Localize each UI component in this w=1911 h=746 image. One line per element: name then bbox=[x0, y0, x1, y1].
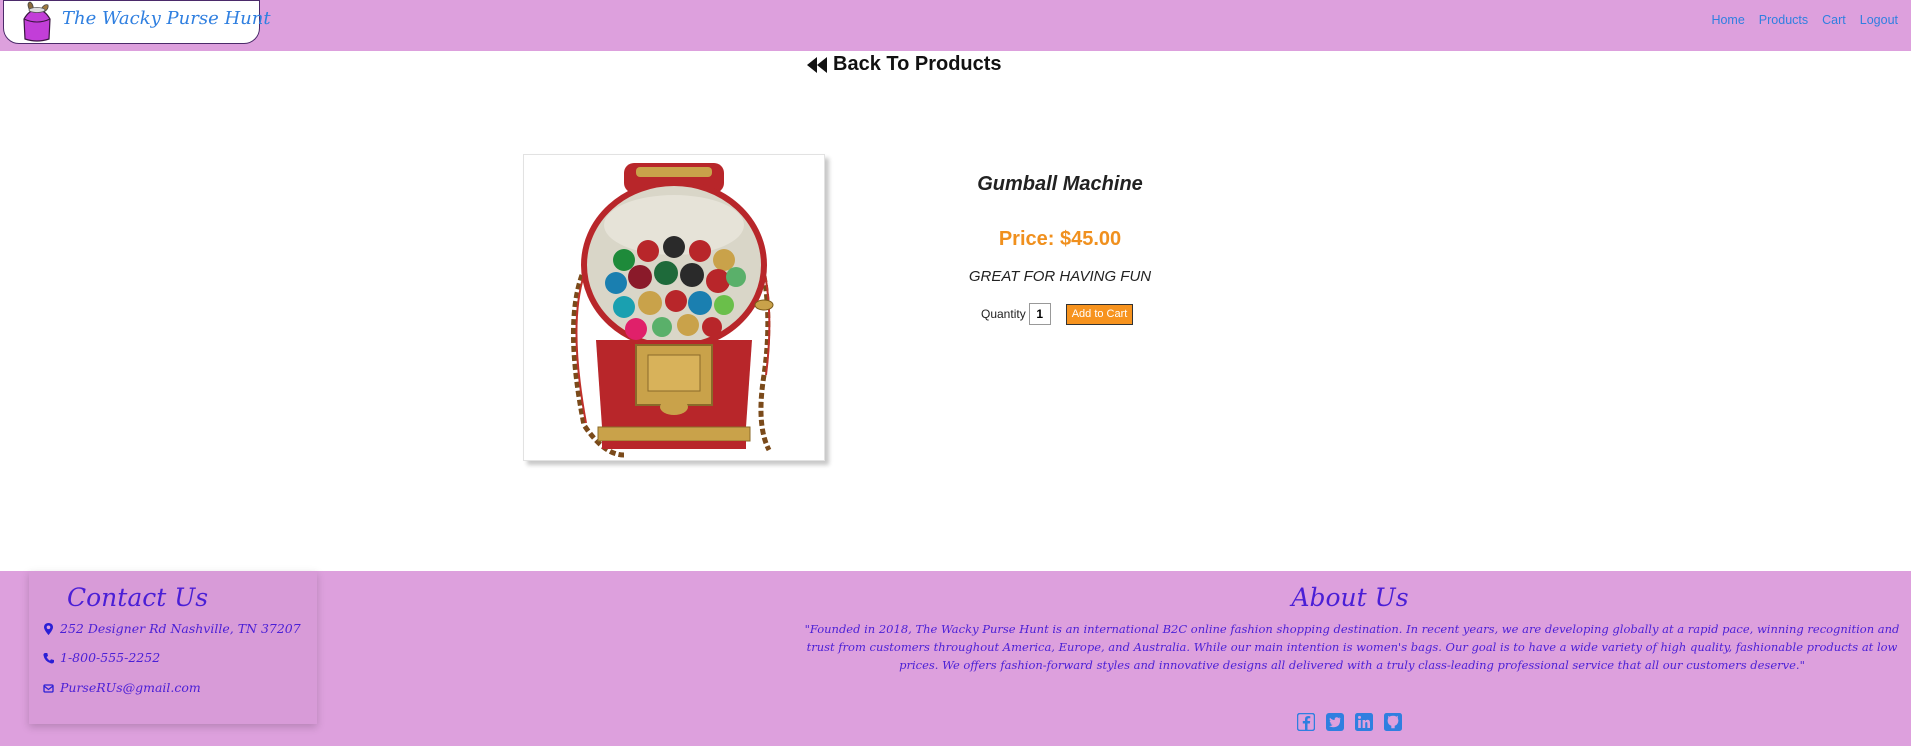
product-price: Price: $45.00 bbox=[998, 228, 1122, 250]
product-image bbox=[523, 154, 825, 461]
product-title: Gumball Machine bbox=[977, 173, 1143, 195]
contact-heading: Contact Us bbox=[67, 583, 209, 612]
facebook-icon[interactable] bbox=[1297, 713, 1315, 731]
navbar: The Wacky Purse Hunt Home Products Cart … bbox=[0, 0, 1911, 51]
back-to-products-label: Back To Products bbox=[833, 53, 1002, 75]
linkedin-icon[interactable] bbox=[1355, 713, 1373, 731]
nav-products-link[interactable]: Products bbox=[1759, 13, 1808, 27]
quantity-input[interactable] bbox=[1028, 303, 1051, 325]
social-links bbox=[1297, 713, 1402, 731]
github-icon[interactable] bbox=[1384, 713, 1402, 731]
nav-links: Home Products Cart Logout bbox=[1711, 13, 1898, 27]
about-heading: About Us bbox=[1291, 583, 1409, 612]
phone-icon bbox=[43, 652, 54, 663]
contact-email: PurseRUs@gmail.com bbox=[43, 680, 201, 695]
quantity-label: Quantity bbox=[981, 307, 1026, 321]
contact-phone-text: 1-800-555-2252 bbox=[60, 650, 161, 665]
page: The Wacky Purse Hunt Home Products Cart … bbox=[0, 0, 1911, 746]
brand-name: The Wacky Purse Hunt bbox=[62, 8, 271, 29]
backward-icon bbox=[807, 56, 827, 73]
product-tagline: GREAT FOR HAVING FUN bbox=[968, 268, 1152, 285]
map-marker-icon bbox=[44, 622, 53, 635]
contact-phone: 1-800-555-2252 bbox=[43, 650, 160, 665]
nav-home-link[interactable]: Home bbox=[1711, 13, 1744, 27]
twitter-icon[interactable] bbox=[1326, 713, 1344, 731]
contact-email-text[interactable]: PurseRUs@gmail.com bbox=[60, 680, 201, 695]
contact-card: Contact Us 252 Designer Rd Nashville, TN… bbox=[29, 571, 317, 724]
back-to-products-link[interactable]: Back To Products bbox=[806, 53, 1002, 76]
contact-address: 252 Designer Rd Nashville, TN 37207 bbox=[43, 621, 301, 636]
quantity-row: Quantity Add to Cart bbox=[981, 303, 1134, 325]
mail-icon bbox=[43, 683, 54, 693]
brand[interactable]: The Wacky Purse Hunt bbox=[3, 0, 271, 44]
gumball-machine-purse-image bbox=[570, 163, 774, 458]
footer: Contact Us 252 Designer Rd Nashville, TN… bbox=[0, 571, 1911, 746]
contact-address-text: 252 Designer Rd Nashville, TN 37207 bbox=[60, 621, 301, 636]
nav-cart-link[interactable]: Cart bbox=[1822, 13, 1846, 27]
about-text: "Founded in 2018, The Wacky Purse Hunt i… bbox=[804, 622, 1900, 672]
add-to-cart-button[interactable]: Add to Cart bbox=[1065, 303, 1134, 325]
purse-logo-icon bbox=[23, 1, 51, 42]
nav-logout-link[interactable]: Logout bbox=[1860, 13, 1898, 27]
